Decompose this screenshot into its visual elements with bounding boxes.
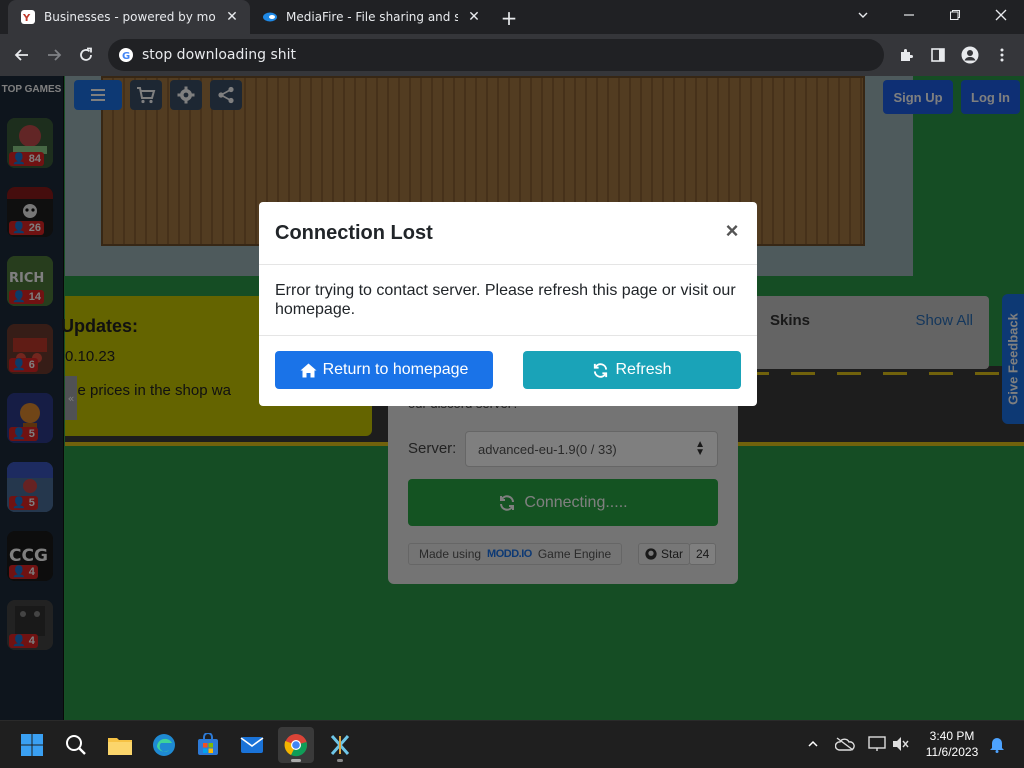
modd-favicon-icon: Y xyxy=(20,9,36,25)
google-icon: G xyxy=(118,47,134,63)
dialog-title: Connection Lost xyxy=(275,222,433,244)
show-hidden-icons-button[interactable] xyxy=(802,733,824,755)
back-arrow-icon xyxy=(14,49,28,61)
minimize-icon[interactable] xyxy=(886,0,932,30)
side-panel-icon xyxy=(931,48,945,62)
clock-date: 11/6/2023 xyxy=(925,745,979,759)
chevron-up-icon xyxy=(808,740,818,747)
browser-toolbar: G stop downloading shit xyxy=(0,34,1024,76)
search-icon xyxy=(66,735,86,755)
dialog-message: Error trying to contact server. Please r… xyxy=(259,265,757,336)
puzzle-icon xyxy=(901,49,913,61)
svg-text:G: G xyxy=(122,51,130,62)
chrome-button[interactable] xyxy=(278,727,314,763)
speaker-muted-icon xyxy=(893,737,909,751)
tab-close-icon[interactable]: ✕ xyxy=(222,7,242,27)
system-clock[interactable]: 3:40 PM 11/6/2023 xyxy=(918,728,986,760)
new-tab-button[interactable]: + xyxy=(497,6,521,30)
tab-businesses[interactable]: Y Businesses - powered by modd.io ✕ xyxy=(8,0,250,34)
chrome-icon xyxy=(284,734,307,757)
side-panel-button[interactable] xyxy=(922,39,954,71)
running-indicator xyxy=(337,759,343,762)
return-to-homepage-button[interactable]: Return to homepage xyxy=(275,351,493,389)
home-button-label: Return to homepage xyxy=(322,361,469,378)
web-page: TOP GAMES 👤 84 👤 26 RICH 👤 14 👤 6 👤 5 👤 … xyxy=(0,76,1024,720)
close-window-icon[interactable] xyxy=(978,0,1024,30)
search-button[interactable] xyxy=(58,727,94,763)
volume-button[interactable] xyxy=(890,733,912,755)
browser-tab-strip: Y Businesses - powered by modd.io ✕ Medi… xyxy=(0,0,1024,34)
edge-icon xyxy=(153,734,175,756)
address-bar[interactable]: G stop downloading shit xyxy=(108,39,884,71)
close-icon[interactable]: × xyxy=(723,218,741,244)
reload-icon xyxy=(80,47,92,61)
refresh-button[interactable]: Refresh xyxy=(523,351,741,389)
home-icon xyxy=(300,363,317,377)
onedrive-cloud-icon xyxy=(835,737,855,751)
edge-button[interactable] xyxy=(146,727,182,763)
dialog-footer: Return to homepage Refresh xyxy=(259,336,757,404)
tab-close-icon[interactable]: ✕ xyxy=(464,7,484,27)
file-explorer-button[interactable] xyxy=(102,727,138,763)
connection-lost-dialog: Connection Lost × Error trying to contac… xyxy=(259,202,757,406)
tab-title: MediaFire - File sharing and storage xyxy=(286,10,458,24)
extensions-button[interactable] xyxy=(890,39,922,71)
windows-logo-icon xyxy=(21,734,43,756)
mail-icon xyxy=(240,737,264,753)
running-indicator xyxy=(291,759,301,762)
profile-button[interactable] xyxy=(954,39,986,71)
folder-icon xyxy=(108,738,132,755)
back-button[interactable] xyxy=(6,39,38,71)
network-icon xyxy=(868,736,886,751)
clock-time: 3:40 PM xyxy=(929,729,975,743)
app-button[interactable] xyxy=(322,727,358,763)
mail-button[interactable] xyxy=(234,727,270,763)
store-icon xyxy=(198,733,218,755)
restore-icon[interactable] xyxy=(932,0,978,30)
notifications-button[interactable] xyxy=(986,733,1008,755)
svg-text:Y: Y xyxy=(22,13,31,24)
kebab-menu-icon xyxy=(1000,48,1004,62)
mediafire-favicon-icon xyxy=(262,9,278,25)
tab-search-chevron-icon[interactable] xyxy=(840,0,886,30)
dialog-header: Connection Lost × xyxy=(259,202,757,265)
profile-icon xyxy=(961,46,979,64)
store-button[interactable] xyxy=(190,727,226,763)
reload-button[interactable] xyxy=(70,39,102,71)
onedrive-button[interactable] xyxy=(834,733,856,755)
bell-icon xyxy=(990,738,1004,753)
refresh-icon xyxy=(594,362,608,378)
chrome-menu-button[interactable] xyxy=(986,39,1018,71)
start-button[interactable] xyxy=(14,727,50,763)
refresh-button-label: Refresh xyxy=(615,361,672,378)
windows-taskbar: 3:40 PM 11/6/2023 xyxy=(0,720,1024,768)
tab-mediafire[interactable]: MediaFire - File sharing and storage ✕ xyxy=(250,0,488,34)
tab-title: Businesses - powered by modd.io xyxy=(44,10,216,24)
network-button[interactable] xyxy=(866,733,888,755)
forward-button[interactable] xyxy=(38,39,70,71)
app-icon xyxy=(330,735,350,755)
address-text: stop downloading shit xyxy=(142,47,297,63)
forward-arrow-icon xyxy=(48,49,62,61)
